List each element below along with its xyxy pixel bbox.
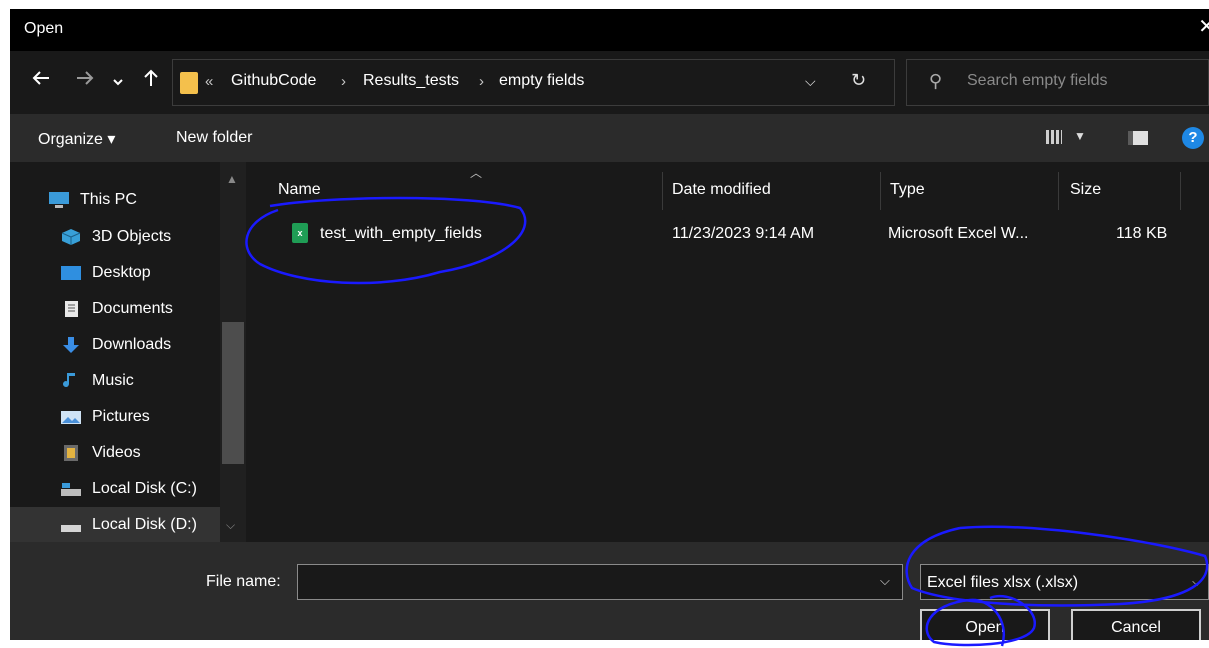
excel-file-icon: x <box>292 223 308 243</box>
nav-item-label: Desktop <box>92 264 151 281</box>
refresh-icon[interactable]: ↻ <box>851 70 866 91</box>
nav-item-music[interactable]: Music <box>10 363 220 399</box>
arrow-right-icon <box>77 71 94 85</box>
cancel-button[interactable]: Cancel <box>1071 609 1201 640</box>
search-input[interactable]: Search empty fields <box>967 72 1108 90</box>
nav-item-label: Downloads <box>92 336 172 353</box>
nav-item-label: Documents <box>92 300 173 317</box>
column-separator[interactable] <box>662 172 663 210</box>
up-button[interactable] <box>138 69 164 95</box>
scroll-up-icon[interactable]: ▲ <box>226 172 238 186</box>
command-toolbar: Organize ▾ New folder ▼ ? <box>10 114 1209 162</box>
file-name: test_with_empty_fields <box>320 225 482 242</box>
nav-item-label: This PC <box>80 191 137 208</box>
back-button[interactable] <box>28 69 54 95</box>
address-dropdown-icon[interactable]: ⌵ <box>805 73 816 90</box>
column-header-size[interactable]: Size <box>1070 181 1101 199</box>
forward-button[interactable] <box>72 69 98 95</box>
preview-pane-icon[interactable] <box>1128 131 1148 145</box>
file-type-selected: Excel files xlsx (.xlsx) <box>927 574 1079 591</box>
file-name-input[interactable] <box>297 564 903 600</box>
folder-icon <box>180 72 198 94</box>
navigation-pane: This PC 3D Objects Desktop Documents Dow… <box>10 162 246 543</box>
nav-item-local-disk-d[interactable]: Local Disk (D:) <box>10 507 220 543</box>
dialog-title: Open <box>24 20 64 37</box>
cube-icon <box>61 229 81 245</box>
desktop-icon <box>61 266 81 280</box>
breadcrumb-overflow[interactable]: « <box>205 73 213 90</box>
nav-item-videos[interactable]: Videos <box>10 435 220 471</box>
file-list: ︿ Name Date modified Type Size x test_wi… <box>246 162 1209 542</box>
column-separator[interactable] <box>1058 172 1059 210</box>
file-row[interactable]: x test_with_empty_fields 11/23/2023 9:14… <box>246 212 1209 248</box>
breadcrumb-separator-icon: › <box>479 73 484 90</box>
drive-icon <box>61 525 81 532</box>
music-icon <box>63 373 75 388</box>
recent-locations-button[interactable] <box>110 69 126 95</box>
breadcrumb-item[interactable]: Results_tests <box>363 72 459 90</box>
column-separator[interactable] <box>1180 172 1181 210</box>
view-options-icon[interactable] <box>1046 130 1062 144</box>
arrow-left-icon <box>32 71 49 85</box>
nav-item-local-disk-c[interactable]: Local Disk (C:) <box>10 471 220 507</box>
breadcrumb-item[interactable]: empty fields <box>499 72 584 90</box>
close-icon[interactable]: ✕ <box>1198 17 1209 37</box>
scroll-down-icon[interactable]: ⌵ <box>226 518 235 533</box>
chevron-down-icon <box>113 79 123 86</box>
search-icon: ⚲ <box>929 71 943 91</box>
chevron-down-icon: ⌵ <box>1192 574 1202 589</box>
nav-item-label: Local Disk (C:) <box>92 480 197 497</box>
video-icon <box>64 445 78 461</box>
open-button[interactable]: Open <box>920 609 1050 640</box>
address-bar[interactable]: « GithubCode › Results_tests › empty fie… <box>172 59 895 106</box>
nav-item-desktop[interactable]: Desktop <box>10 255 220 291</box>
drive-icon <box>61 483 81 496</box>
nav-item-this-pc[interactable]: This PC <box>10 182 220 218</box>
column-separator[interactable] <box>880 172 881 210</box>
nav-item-documents[interactable]: Documents <box>10 291 220 327</box>
nav-item-downloads[interactable]: Downloads <box>10 327 220 363</box>
nav-item-label: 3D Objects <box>92 228 172 245</box>
file-name-dropdown-icon[interactable]: ⌵ <box>880 573 890 589</box>
column-header-date-modified[interactable]: Date modified <box>672 181 771 199</box>
column-header-name[interactable]: Name <box>278 181 321 199</box>
file-size: 118 KB <box>1116 225 1168 242</box>
nav-pane-scrollbar-thumb[interactable] <box>222 322 244 464</box>
column-header-type[interactable]: Type <box>890 181 925 199</box>
nav-item-label: Local Disk (D:) <box>92 516 197 533</box>
title-bar: Open ✕ <box>10 9 1209 51</box>
file-name-label: File name: <box>206 573 281 590</box>
document-icon <box>65 301 78 317</box>
view-dropdown-icon[interactable]: ▼ <box>1074 129 1086 143</box>
file-type-select[interactable]: Excel files xlsx (.xlsx) ⌵ <box>920 564 1209 600</box>
nav-item-label: Music <box>92 372 134 389</box>
file-date-modified: 11/23/2023 9:14 AM <box>672 225 815 242</box>
help-icon[interactable]: ? <box>1182 127 1204 149</box>
breadcrumb-item[interactable]: GithubCode <box>231 72 316 90</box>
nav-item-pictures[interactable]: Pictures <box>10 399 220 435</box>
download-icon <box>63 337 79 353</box>
navigation-bar: « GithubCode › Results_tests › empty fie… <box>10 51 1209 114</box>
arrow-up-icon <box>144 69 158 86</box>
pictures-icon <box>61 411 81 424</box>
breadcrumb-separator-icon: › <box>341 73 346 90</box>
nav-item-label: Pictures <box>92 408 150 425</box>
nav-item-3d-objects[interactable]: 3D Objects <box>10 219 220 255</box>
file-action-bar: File name: ⌵ Excel files xlsx (.xlsx) ⌵ … <box>10 542 1209 640</box>
organize-button[interactable]: Organize ▾ <box>38 129 115 149</box>
open-file-dialog: Open ✕ « GithubCode › Results_tests › em… <box>10 9 1209 640</box>
search-box[interactable]: ⚲ Search empty fields <box>906 59 1209 106</box>
sort-ascending-icon: ︿ <box>470 166 483 180</box>
file-type: Microsoft Excel W... <box>888 225 1029 242</box>
new-folder-button[interactable]: New folder <box>176 129 252 147</box>
nav-item-label: Videos <box>92 444 141 461</box>
computer-icon <box>49 192 69 208</box>
